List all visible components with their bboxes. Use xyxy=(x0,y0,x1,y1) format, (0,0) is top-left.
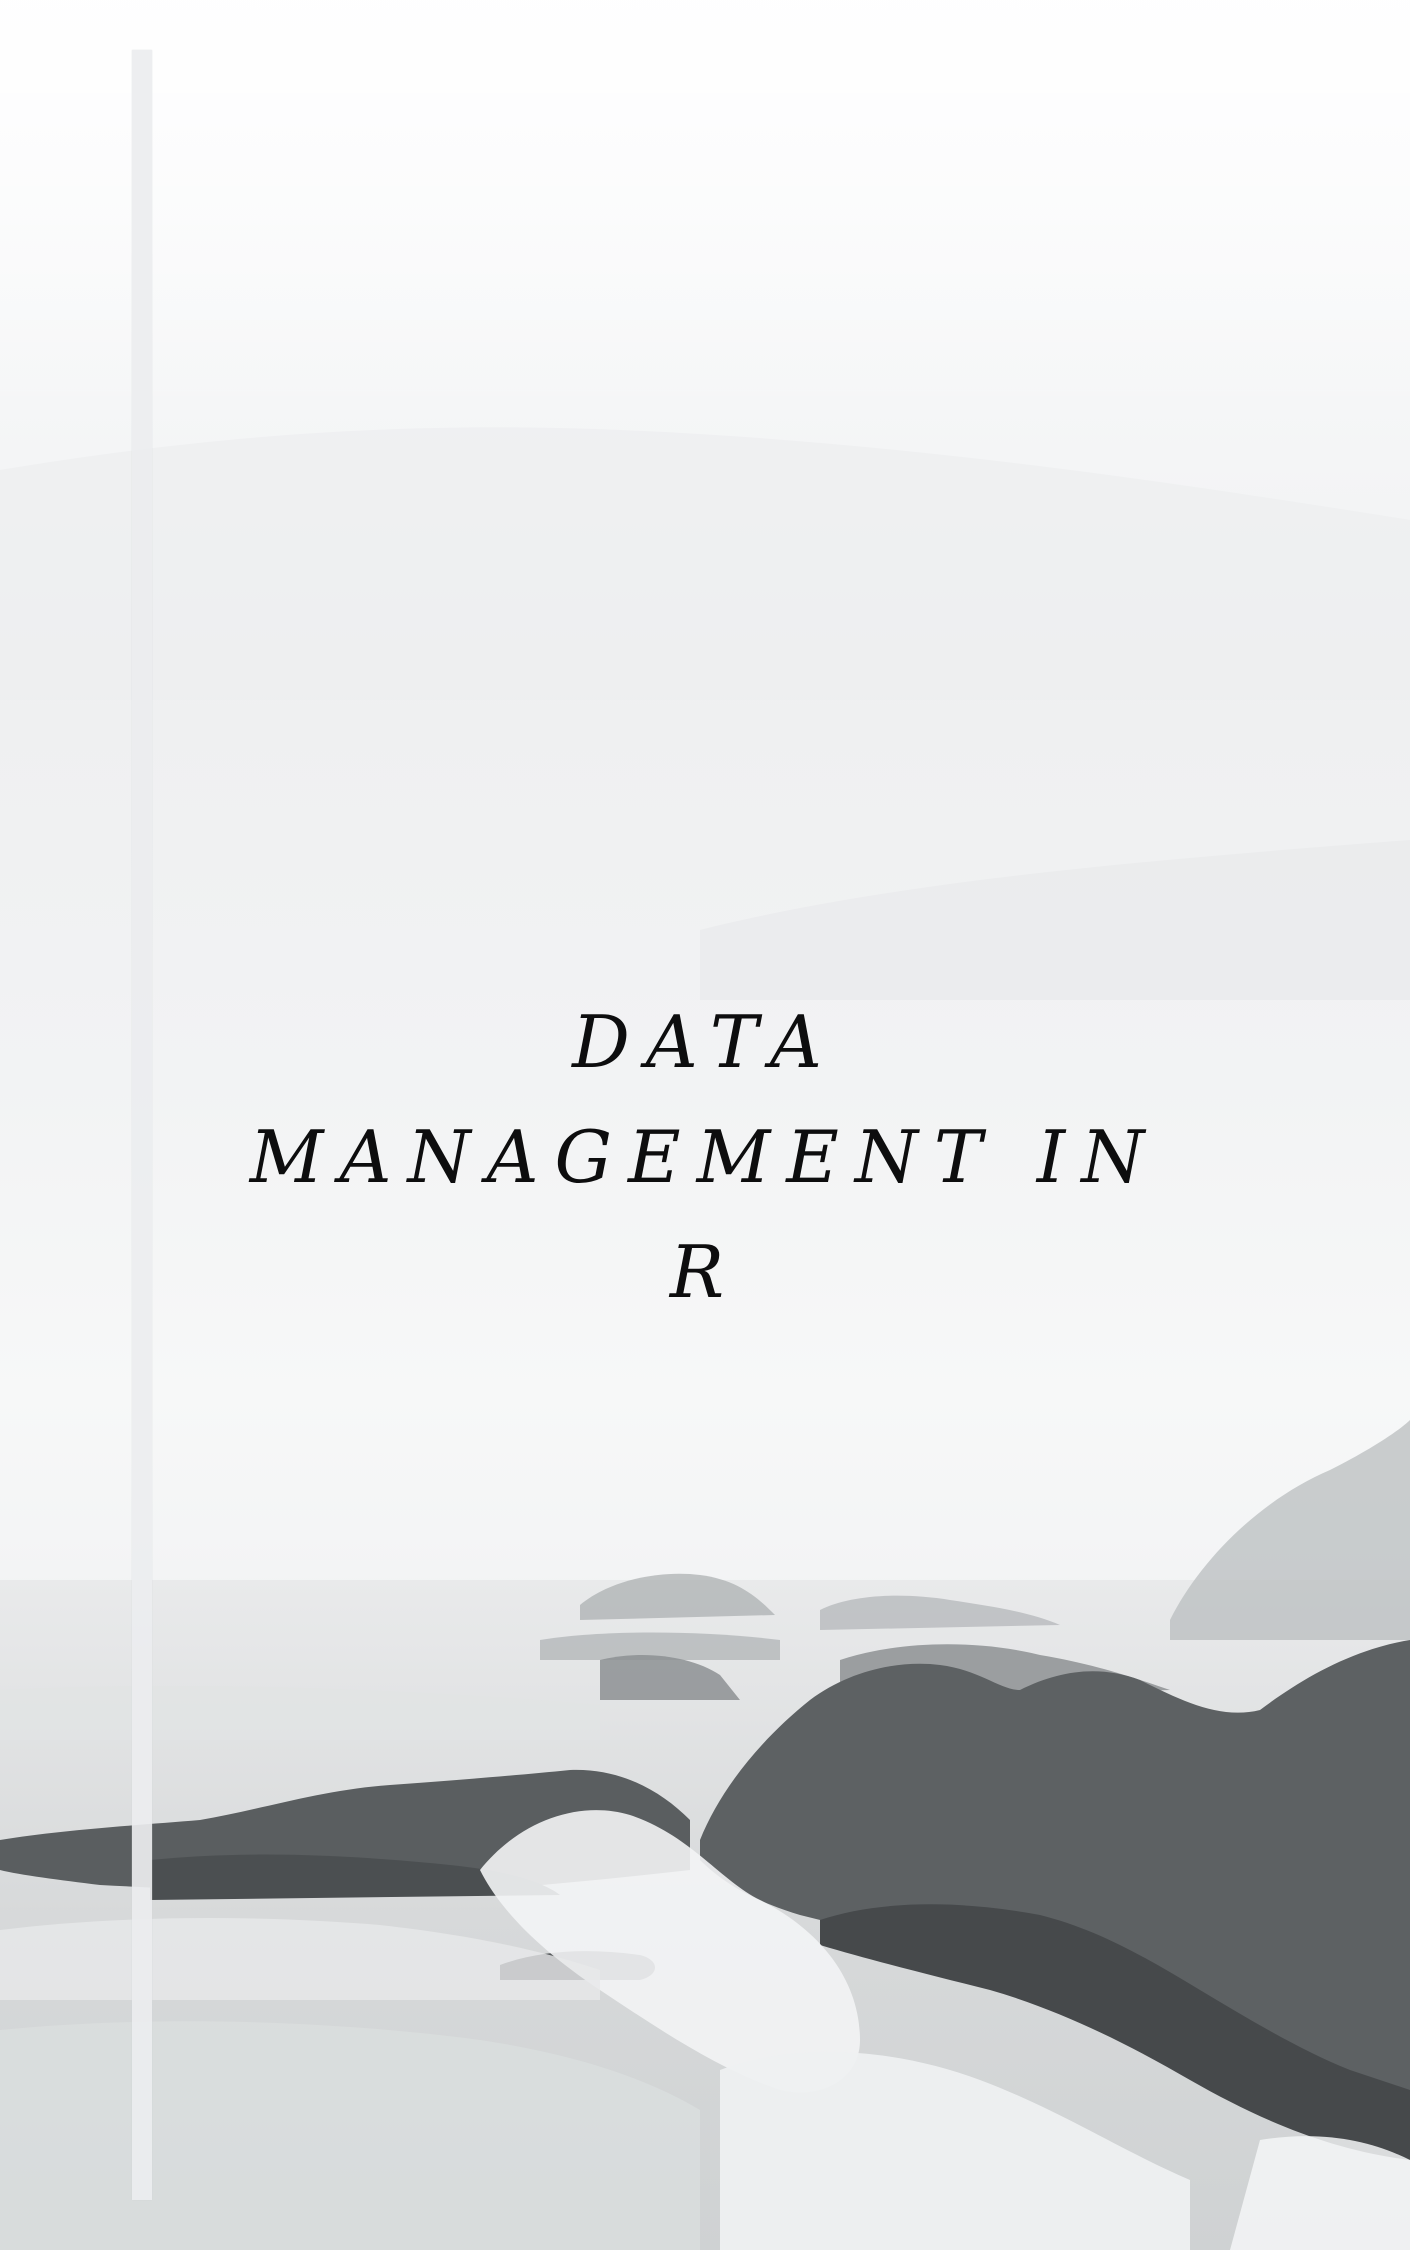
title-line-1: DATA xyxy=(572,1000,838,1084)
title-line-3: R xyxy=(669,1230,741,1314)
title-line-2: MANAGEMENT IN xyxy=(249,1115,1161,1199)
book-cover: DATA MANAGEMENT IN R xyxy=(0,0,1410,2250)
book-title: DATA MANAGEMENT IN R xyxy=(150,985,1260,1330)
vertical-accent-bar xyxy=(132,50,152,2200)
